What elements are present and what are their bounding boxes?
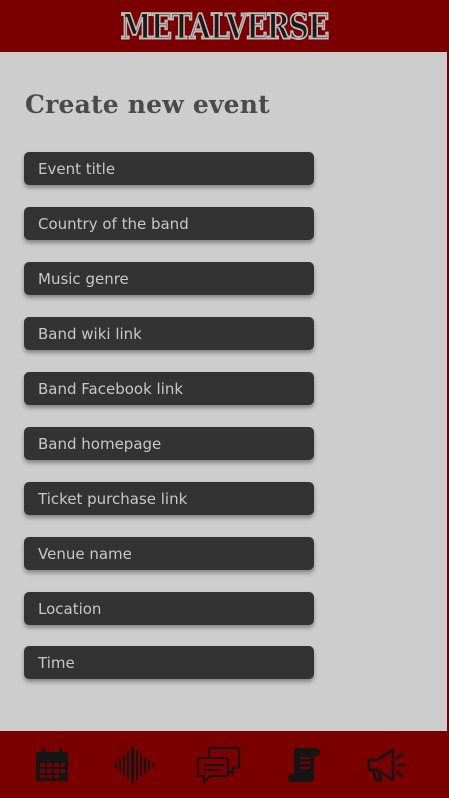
- nav-calendar-button[interactable]: [30, 743, 74, 787]
- venue-name-input[interactable]: [24, 537, 314, 570]
- band-homepage-input[interactable]: [24, 427, 314, 460]
- location-input[interactable]: [24, 592, 314, 625]
- scroll-document-icon: [288, 748, 320, 782]
- calendar-icon: [36, 748, 68, 781]
- nav-documents-button[interactable]: [284, 743, 328, 787]
- event-title-input[interactable]: [24, 152, 314, 185]
- bottom-navigation: [0, 731, 449, 798]
- audio-waveform-icon: [115, 747, 154, 783]
- create-event-form-area: Create new event: [0, 52, 447, 731]
- nav-announcements-button[interactable]: [364, 743, 408, 787]
- nav-music-button[interactable]: [113, 743, 157, 787]
- band-facebook-link-input[interactable]: [24, 372, 314, 405]
- ticket-purchase-link-input[interactable]: [24, 482, 314, 515]
- band-wiki-link-input[interactable]: [24, 317, 314, 350]
- band-country-input[interactable]: [24, 207, 314, 240]
- chat-bubbles-icon: [197, 747, 240, 784]
- megaphone-icon: [367, 748, 406, 782]
- music-genre-input[interactable]: [24, 262, 314, 295]
- nav-chat-button[interactable]: [197, 743, 241, 787]
- page-title: Create new event: [25, 90, 270, 119]
- app-header: METALVERSE: [0, 0, 449, 52]
- time-input[interactable]: [24, 646, 314, 679]
- app-logo[interactable]: METALVERSE: [120, 4, 330, 47]
